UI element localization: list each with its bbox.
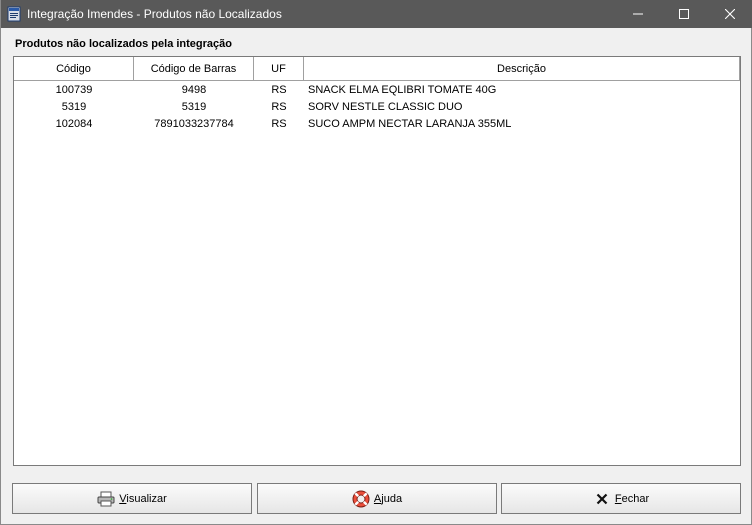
table-row[interactable]: 102084 7891033237784 RS SUCO AMPM NECTAR… [14,115,740,132]
cell-codigo-barras: 5319 [181,100,207,113]
dialog-window: Integração Imendes - Produtos não Locali… [0,0,752,525]
fechar-label: Fechar [614,492,650,505]
section-label: Produtos não localizados pela integração [15,38,232,50]
cell-codigo: 5319 [61,100,87,113]
column-header-uf[interactable]: UF [254,57,304,80]
cell-uf: RS [271,117,287,130]
lifebuoy-icon [352,490,370,508]
app-icon [7,6,21,22]
cell-uf: RS [271,83,287,96]
fechar-button[interactable]: Fechar [501,483,741,514]
table-row[interactable]: 5319 5319 RS SORV NESTLE CLASSIC DUO [14,98,740,115]
cell-codigo: 100739 [55,83,93,96]
cell-codigo-barras: 7891033237784 [154,117,234,130]
cell-codigo: 102084 [55,117,93,130]
cell-codigo-barras: 9498 [181,83,207,96]
maximize-icon [679,9,689,19]
ajuda-label: Ajuda [373,492,403,505]
cell-descricao: SNACK ELMA EQLIBRI TOMATE 40G [308,83,497,96]
column-header-descricao[interactable]: Descrição [304,57,740,80]
minimize-button[interactable] [615,0,661,28]
grid-body: 100739 9498 RS SNACK ELMA EQLIBRI TOMATE… [14,81,740,132]
table-row[interactable]: 100739 9498 RS SNACK ELMA EQLIBRI TOMATE… [14,81,740,98]
visualizar-button[interactable]: Visualizar [12,483,252,514]
column-header-codigo-barras[interactable]: Código de Barras [134,57,254,80]
cell-descricao: SUCO AMPM NECTAR LARANJA 355ML [308,117,512,130]
window-title: Integração Imendes - Produtos não Locali… [27,7,282,21]
cell-uf: RS [271,100,287,113]
ajuda-button[interactable]: Ajuda [257,483,497,514]
grid-header: Código Código de Barras UF Descrição [14,57,740,81]
cell-descricao: SORV NESTLE CLASSIC DUO [308,100,463,113]
close-icon [725,9,735,19]
close-x-icon [593,490,611,508]
maximize-button[interactable] [661,0,707,28]
column-header-codigo[interactable]: Código [14,57,134,80]
visualizar-label: Visualizar [119,492,167,505]
title-bar[interactable]: Integração Imendes - Produtos não Locali… [1,0,752,28]
products-grid[interactable]: Código Código de Barras UF Descrição 100… [13,56,741,466]
minimize-icon [633,13,643,15]
close-window-button[interactable] [707,0,752,28]
printer-icon [97,490,115,508]
